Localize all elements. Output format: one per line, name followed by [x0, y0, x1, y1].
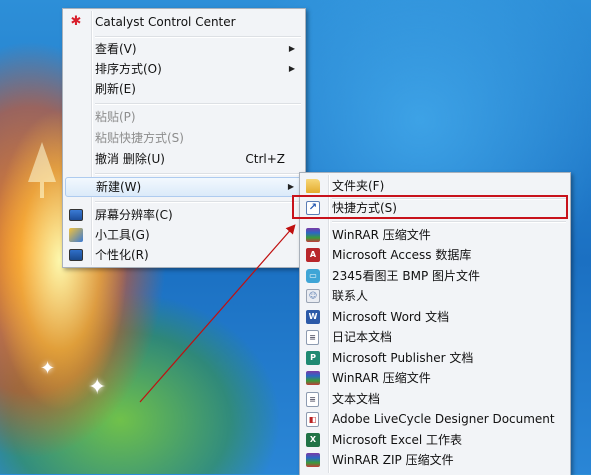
annotation-arrow — [139, 224, 296, 403]
